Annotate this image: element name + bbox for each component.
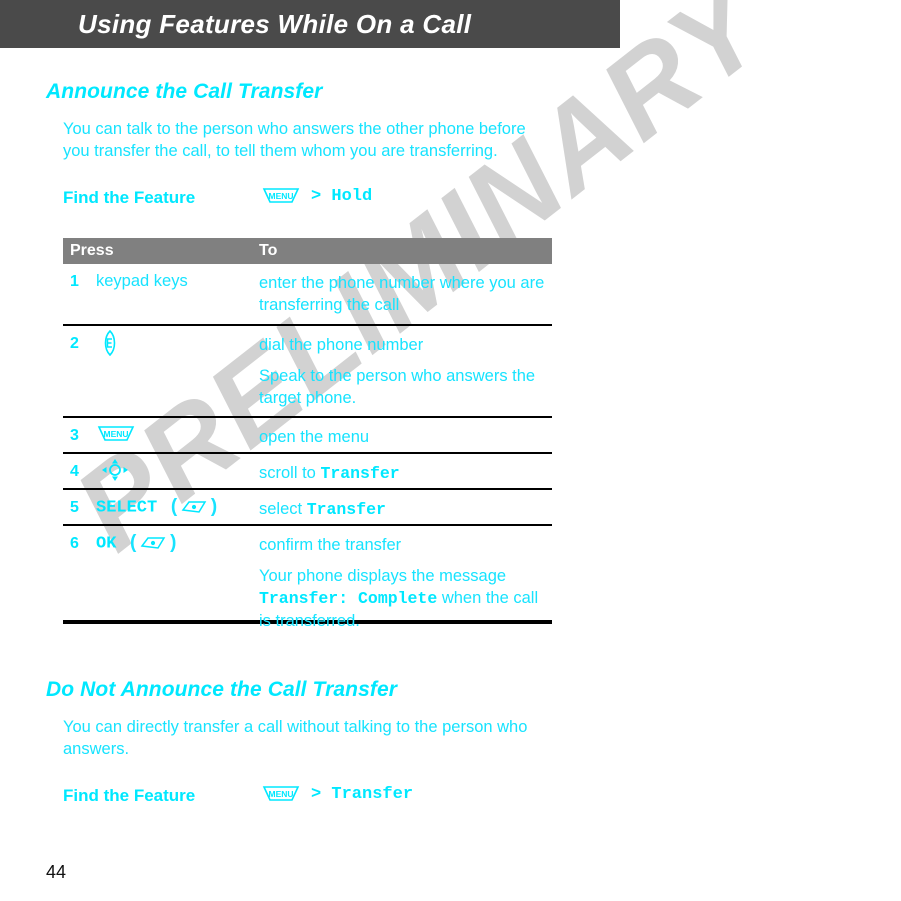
to-cell: open the menu [259, 428, 370, 446]
soft-key-icon [140, 537, 166, 549]
step-number: 5 [70, 499, 79, 516]
open-paren: ( [157, 496, 181, 518]
press-cell: SELECT () [96, 496, 219, 518]
find-the-feature-path-1: > Hold [311, 187, 373, 206]
to-cell: confirm the transfer Your phone displays… [259, 534, 549, 632]
page-content: Announce the Call Transfer You can talk … [0, 0, 901, 901]
to-cell: dial the phone number Speak to the perso… [259, 334, 549, 409]
svg-text:MENU: MENU [268, 789, 293, 799]
step-number: 4 [70, 463, 79, 480]
table-row: 2 dial the phone number Speak to the per… [63, 326, 552, 418]
menu-key-icon-wrap-1: MENU [261, 186, 301, 206]
to-cell-prefix: select [259, 500, 307, 518]
send-key-icon [104, 329, 116, 357]
close-paren: ) [167, 532, 179, 554]
table-column-header-press: Press [70, 242, 114, 259]
press-to-table: Press To 1 keypad keys enter the phone n… [63, 238, 552, 630]
open-paren: ( [116, 532, 140, 554]
to-cell: select Transfer [259, 498, 549, 521]
to-cell-extra: Your phone displays the message Transfer… [259, 565, 549, 632]
menu-key-icon: MENU [262, 188, 300, 203]
svg-text:MENU: MENU [103, 429, 128, 439]
press-cell-label: OK [96, 534, 117, 554]
press-cell: MENU [96, 424, 136, 444]
page-header-bar: Using Features While On a Call [0, 0, 620, 48]
svg-text:MENU: MENU [268, 191, 293, 201]
menu-key-icon-wrap-2: MENU [261, 784, 301, 804]
to-cell-primary: dial the phone number [259, 336, 424, 354]
to-cell-extra: Speak to the person who answers the targ… [259, 367, 536, 407]
section-body-announce-call-transfer: You can talk to the person who answers t… [63, 120, 526, 160]
to-cell: enter the phone number where you are tra… [259, 274, 545, 314]
page-number: 44 [46, 862, 67, 882]
to-cell-prefix: scroll to [259, 464, 321, 482]
to-cell-extra-prefix: Your phone displays the message [259, 567, 507, 585]
to-cell-keyword: Transfer [320, 464, 400, 483]
to-cell-keyword: Transfer [306, 500, 386, 519]
to-cell-extra-keyword: Transfer: Complete [259, 589, 438, 608]
press-cell: OK () [96, 532, 179, 554]
menu-key-icon: MENU [262, 786, 300, 801]
table-row: 6 OK () confirm the transfer Your phone … [63, 526, 552, 630]
step-number: 1 [70, 273, 79, 290]
to-cell: scroll to Transfer [259, 462, 549, 485]
four-way-nav-key-icon [102, 459, 128, 481]
press-cell: keypad keys [96, 272, 188, 290]
section-heading-do-not-announce-call-transfer: Do Not Announce the Call Transfer [46, 678, 397, 701]
press-cell [96, 459, 134, 481]
step-number: 2 [70, 335, 79, 352]
page-title: Using Features While On a Call [78, 9, 472, 39]
press-cell [96, 329, 124, 357]
find-the-feature-label-1: Find the Feature [63, 188, 196, 207]
menu-key-icon: MENU [97, 426, 135, 441]
soft-key-icon [181, 501, 207, 513]
step-number: 3 [70, 427, 79, 444]
table-row: 3 MENU open the menu [63, 418, 552, 454]
table-row: 5 SELECT () select Transfer [63, 490, 552, 526]
section-body-do-not-announce-call-transfer: You can directly transfer a call without… [63, 718, 528, 758]
step-number: 6 [70, 535, 79, 552]
table-header-row: Press To [63, 238, 552, 264]
table-row: 4 scroll to Transfer [63, 454, 552, 490]
table-row: 1 keypad keys enter the phone number whe… [63, 264, 552, 326]
press-cell-label: SELECT [96, 498, 158, 518]
find-the-feature-label-2: Find the Feature [63, 786, 196, 805]
close-paren: ) [208, 496, 220, 518]
find-the-feature-path-2: > Transfer [311, 785, 414, 804]
section-heading-announce-call-transfer: Announce the Call Transfer [46, 80, 323, 103]
table-column-header-to: To [259, 242, 278, 259]
to-cell-primary: confirm the transfer [259, 536, 402, 554]
